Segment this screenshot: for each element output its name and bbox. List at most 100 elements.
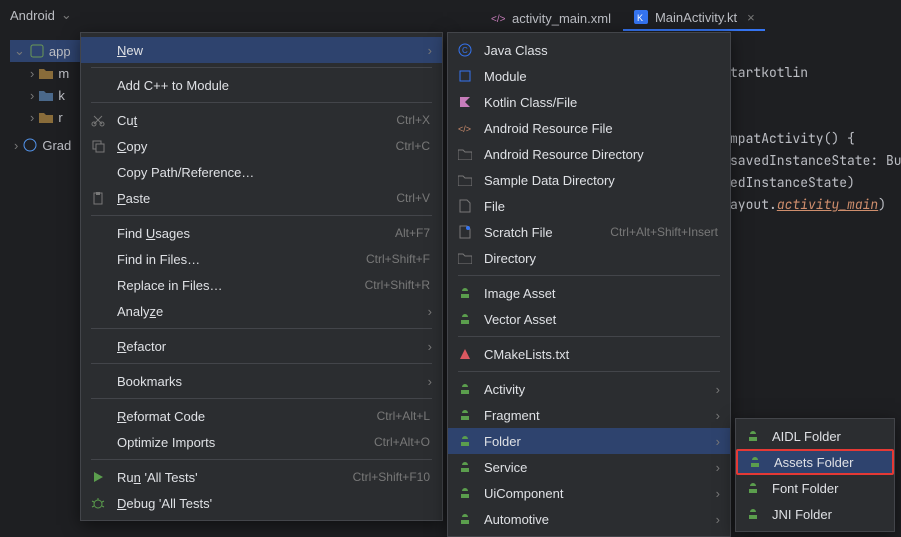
menu-item-bookmarks[interactable]: Bookmarks› <box>81 368 442 394</box>
folder-icon <box>456 174 474 186</box>
menu-item-fragment[interactable]: Fragment› <box>448 402 730 428</box>
tree-node[interactable]: › r <box>10 106 80 128</box>
kotlin-icon <box>456 95 474 109</box>
tree-label: r <box>58 110 62 125</box>
android-icon <box>456 434 474 448</box>
chevron-right-icon: › <box>428 43 432 58</box>
menu-item-aidl-folder[interactable]: AIDL Folder <box>736 423 894 449</box>
menu-item-cut[interactable]: CutCtrl+X <box>81 107 442 133</box>
chevron-right-icon: › <box>428 374 432 389</box>
menu-item-directory[interactable]: Directory <box>448 245 730 271</box>
menu-item-automotive[interactable]: Automotive› <box>448 506 730 532</box>
editor-tabs: </> activity_main.xml K MainActivity.kt … <box>480 4 765 32</box>
chevron-right-icon: › <box>716 408 720 423</box>
menu-item-analyze[interactable]: Analyze› <box>81 298 442 324</box>
menu-item-optimize-imports[interactable]: Optimize ImportsCtrl+Alt+O <box>81 429 442 455</box>
menu-item-replace-in-files[interactable]: Replace in Files…Ctrl+Shift+R <box>81 272 442 298</box>
menu-separator <box>91 67 432 68</box>
module-icon <box>456 69 474 83</box>
xml-icon: </> <box>456 121 474 135</box>
tree-label: m <box>58 66 69 81</box>
menu-item-sample-data[interactable]: Sample Data Directory <box>448 167 730 193</box>
menu-item-cmake[interactable]: CMakeLists.txt <box>448 341 730 367</box>
menu-separator <box>91 328 432 329</box>
copy-icon <box>89 139 107 153</box>
tree-node-app[interactable]: ⌄ app <box>10 40 80 62</box>
tree-node[interactable]: › m <box>10 62 80 84</box>
android-icon <box>744 481 762 495</box>
folder-icon <box>38 87 54 103</box>
menu-item-kotlin-class[interactable]: Kotlin Class/File <box>448 89 730 115</box>
menu-item-debug[interactable]: Debug 'All Tests' <box>81 490 442 516</box>
android-icon <box>746 455 764 469</box>
menu-item-file[interactable]: File <box>448 193 730 219</box>
menu-item-find-usages[interactable]: Find UsagesAlt+F7 <box>81 220 442 246</box>
menu-item-image-asset[interactable]: Image Asset <box>448 280 730 306</box>
menu-item-copy[interactable]: CopyCtrl+C <box>81 133 442 159</box>
menu-item-vector-asset[interactable]: Vector Asset <box>448 306 730 332</box>
context-menu: New› Add C++ to Module CutCtrl+X CopyCtr… <box>80 32 443 521</box>
svg-text:</>: </> <box>458 124 471 134</box>
menu-item-new[interactable]: New› <box>81 37 442 63</box>
menu-item-reformat[interactable]: Reformat CodeCtrl+Alt+L <box>81 403 442 429</box>
android-icon <box>456 286 474 300</box>
java-class-icon: C <box>456 43 474 57</box>
tree-label: app <box>49 44 71 59</box>
chevron-right-icon: › <box>30 66 34 81</box>
chevron-right-icon: › <box>14 138 18 153</box>
menu-item-font-folder[interactable]: Font Folder <box>736 475 894 501</box>
menu-item-resource-dir[interactable]: Android Resource Directory <box>448 141 730 167</box>
tree-node[interactable]: › k <box>10 84 80 106</box>
menu-item-assets-folder[interactable]: Assets Folder <box>736 449 894 475</box>
menu-item-module[interactable]: Module <box>448 63 730 89</box>
paste-icon <box>89 191 107 205</box>
menu-item-run[interactable]: Run 'All Tests'Ctrl+Shift+F10 <box>81 464 442 490</box>
menu-separator <box>91 102 432 103</box>
menu-separator <box>458 336 720 337</box>
chevron-right-icon: › <box>30 88 34 103</box>
project-view-selector[interactable]: Android <box>10 8 55 23</box>
menu-separator <box>458 275 720 276</box>
menu-separator <box>91 398 432 399</box>
menu-item-find-in-files[interactable]: Find in Files…Ctrl+Shift+F <box>81 246 442 272</box>
menu-separator <box>458 371 720 372</box>
menu-separator <box>91 459 432 460</box>
chevron-down-icon: ⌄ <box>61 7 72 23</box>
android-icon <box>456 312 474 326</box>
menu-item-service[interactable]: Service› <box>448 454 730 480</box>
cut-icon <box>89 113 107 127</box>
tab-mainactivity-kt[interactable]: K MainActivity.kt × <box>623 5 765 31</box>
menu-item-activity[interactable]: Activity› <box>448 376 730 402</box>
close-icon[interactable]: × <box>747 10 755 25</box>
android-icon <box>456 460 474 474</box>
menu-item-uicomponent[interactable]: UiComponent› <box>448 480 730 506</box>
menu-item-scratch[interactable]: Scratch FileCtrl+Alt+Shift+Insert <box>448 219 730 245</box>
project-tree[interactable]: ⌄ app › m › k › r › Grad <box>10 40 80 156</box>
menu-item-jni-folder[interactable]: JNI Folder <box>736 501 894 527</box>
menu-item-java-class[interactable]: CJava Class <box>448 37 730 63</box>
folder-icon <box>38 65 54 81</box>
module-icon <box>29 43 45 59</box>
android-icon <box>456 512 474 526</box>
menu-item-folder[interactable]: Folder› <box>448 428 730 454</box>
android-icon <box>744 429 762 443</box>
android-icon <box>456 408 474 422</box>
tree-label: k <box>58 88 65 103</box>
editor-content[interactable]: tartkotlin mpatActivity() { savedInstanc… <box>730 40 901 216</box>
cmake-icon <box>456 347 474 361</box>
menu-item-paste[interactable]: PasteCtrl+V <box>81 185 442 211</box>
chevron-down-icon: ⌄ <box>14 43 25 59</box>
tab-activity-xml[interactable]: </> activity_main.xml <box>480 6 621 30</box>
menu-item-copy-path[interactable]: Copy Path/Reference… <box>81 159 442 185</box>
menu-item-resource-file[interactable]: </>Android Resource File <box>448 115 730 141</box>
menu-item-add-cpp[interactable]: Add C++ to Module <box>81 72 442 98</box>
folder-icon <box>456 252 474 264</box>
debug-icon <box>89 496 107 510</box>
gradle-icon <box>22 137 38 153</box>
chevron-right-icon: › <box>716 512 720 527</box>
tree-node-gradle[interactable]: › Grad <box>10 134 80 156</box>
scratch-icon <box>456 225 474 239</box>
svg-text:K: K <box>637 13 643 23</box>
menu-item-refactor[interactable]: Refactor› <box>81 333 442 359</box>
folder-submenu: AIDL Folder Assets Folder Font Folder JN… <box>735 418 895 532</box>
